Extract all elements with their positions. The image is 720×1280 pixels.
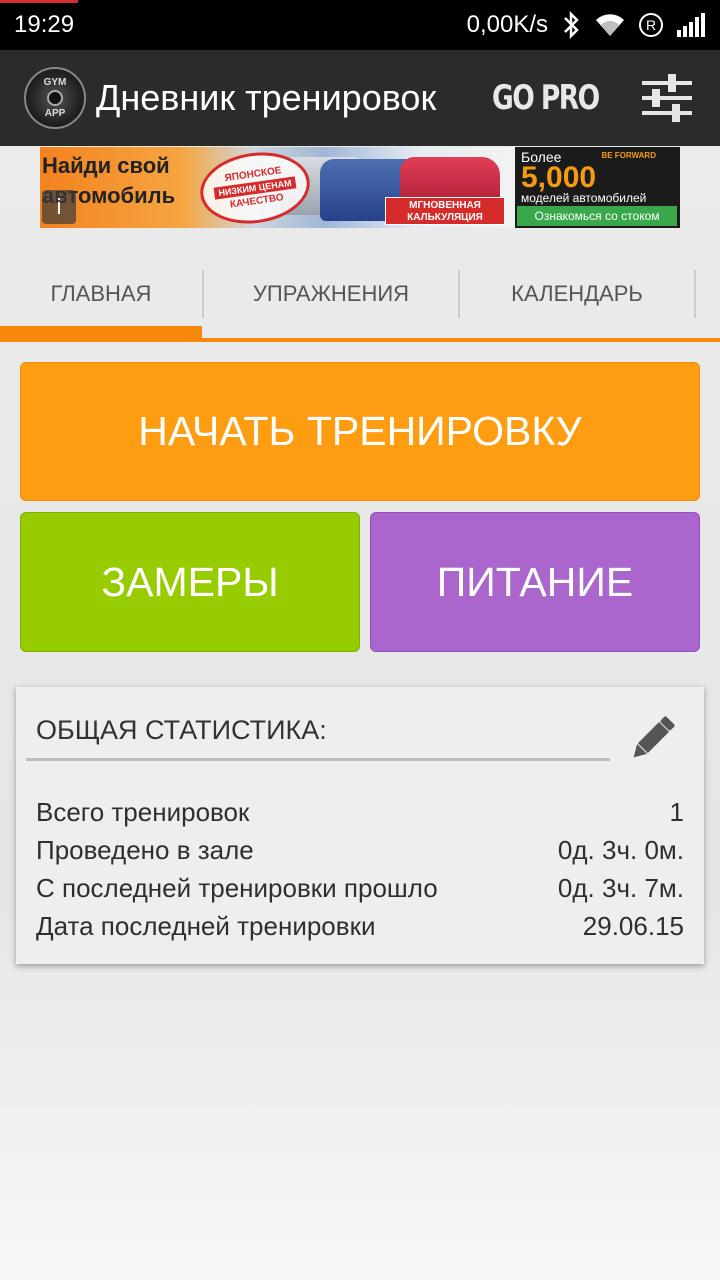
logo-dumbbell-icon — [47, 90, 63, 106]
stat-value: 29.06.15 — [582, 911, 684, 941]
signal-icon — [676, 12, 706, 38]
go-pro-button[interactable]: GO PRO — [492, 78, 600, 118]
stat-label: Всего тренировок — [36, 797, 250, 827]
logo-text-bottom: APP — [44, 108, 66, 119]
stat-value: 0д. 3ч. 7м. — [557, 873, 684, 903]
svg-text:R: R — [646, 17, 656, 33]
start-workout-button[interactable]: НАЧАТЬ ТРЕНИРОВКУ — [20, 362, 700, 501]
stats-divider — [26, 758, 610, 761]
ad-count: 5,000 — [521, 161, 597, 194]
stat-row-since-last: С последней тренировки прошло 0д. 3ч. 7м… — [36, 869, 684, 907]
app-logo[interactable]: GYM APP — [24, 67, 86, 129]
pencil-icon[interactable] — [624, 711, 680, 767]
stats-title: ОБЩАЯ СТАТИСТИКА: — [36, 715, 327, 745]
tab-main[interactable]: ГЛАВНАЯ — [0, 250, 202, 338]
notification-line — [0, 0, 78, 3]
stat-row-last-date: Дата последней тренировки 29.06.15 — [36, 907, 684, 945]
registered-icon: R — [638, 12, 664, 38]
status-bar: 19:29 0,00K/s R — [0, 0, 720, 50]
tab-underline — [0, 338, 720, 342]
measurements-button[interactable]: ЗАМЕРЫ — [20, 512, 360, 652]
ad-image[interactable]: Найди свой автомобиль ЯПОНСКОЕ НИЗКИМ ЦЕ… — [40, 147, 515, 228]
tab-active-indicator — [0, 326, 202, 338]
status-icons: 0,00K/s R — [467, 11, 706, 39]
stat-label: С последней тренировки прошло — [36, 873, 438, 903]
ad-offer[interactable]: Более BE FORWARD 5,000 моделей автомобил… — [515, 147, 680, 228]
ad-banner[interactable]: Найди свой автомобиль ЯПОНСКОЕ НИЗКИМ ЦЕ… — [40, 147, 680, 228]
bluetooth-icon — [560, 11, 582, 39]
stat-label: Проведено в зале — [36, 835, 254, 865]
wifi-icon — [594, 12, 626, 38]
stat-row-gym-time: Проведено в зале 0д. 3ч. 0м. — [36, 831, 684, 869]
tab-divider — [694, 270, 696, 318]
info-icon[interactable]: i — [42, 190, 76, 224]
stats-card: ОБЩАЯ СТАТИСТИКА: Всего тренировок 1 Про… — [16, 687, 704, 964]
logo-text-top: GYM — [43, 77, 67, 88]
sliders-icon[interactable] — [640, 71, 694, 125]
stats-list: Всего тренировок 1 Проведено в зале 0д. … — [36, 793, 684, 945]
app-bar: GYM APP Дневник тренировок GO PRO — [0, 50, 720, 146]
net-speed: 0,00K/s — [466, 11, 548, 38]
ad-models-label: моделей автомобилей — [521, 191, 647, 205]
ad-brand: BE FORWARD — [601, 151, 656, 160]
tab-exercises[interactable]: УПРАЖНЕНИЯ — [204, 250, 458, 338]
nutrition-button[interactable]: ПИТАНИЕ — [370, 512, 700, 652]
stat-label: Дата последней тренировки — [36, 911, 376, 941]
ad-calc-label: МГНОВЕННАЯ КАЛЬКУЛЯЦИЯ — [385, 197, 505, 225]
app-title: Дневник тренировок — [96, 77, 437, 118]
stat-row-total: Всего тренировок 1 — [36, 793, 684, 831]
status-time: 19:29 — [14, 11, 75, 38]
stat-value: 1 — [669, 797, 684, 827]
ad-cta-button[interactable]: Ознакомься со стоком — [517, 206, 677, 226]
stat-value: 0д. 3ч. 0м. — [557, 835, 684, 865]
tab-calendar[interactable]: КАЛЕНДАРЬ — [460, 250, 694, 338]
